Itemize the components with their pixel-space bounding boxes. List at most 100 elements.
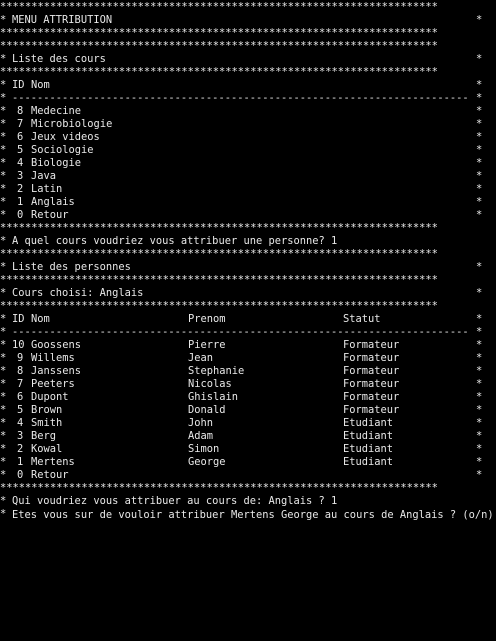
person-statut: Formateur (343, 352, 400, 364)
chosen-course: Cours choisi: Anglais (12, 287, 144, 299)
person-row: * 10 Goossens Pierre Formateur * (0, 339, 483, 351)
course-row: * 3 Java * (0, 170, 483, 182)
courses-header: * ID Nom * (0, 79, 483, 91)
person-nom: Smith (31, 417, 63, 429)
column-header-id: ID (12, 313, 25, 325)
course-row: * 6 Jeux videos * (0, 131, 483, 143)
menu-title-line: * MENU ATTRIBUTION * (0, 14, 483, 26)
course-id: 8 (17, 105, 24, 117)
person-prenom: Jean (188, 352, 214, 364)
person-id: 1 (17, 456, 24, 468)
confirm-prompt: Etes vous sur de vouloir attribuer Merte… (12, 509, 494, 521)
person-row: * 2 Kowal Simon Etudiant * (0, 443, 483, 455)
person-nom: Peeters (31, 378, 75, 390)
course-id: 3 (17, 170, 24, 182)
course-name: Latin (31, 183, 63, 195)
person-prompt-line: * Qui voudriez vous attribuer au cours de… (0, 495, 338, 507)
confirm-prompt-line: * Etes vous sur de vouloir attribuer Mert… (0, 508, 494, 521)
course-name: Jeux videos (31, 131, 100, 143)
course-name: Biologie (31, 157, 82, 169)
border-line: ****************************************… (0, 40, 438, 52)
person-row: * 7 Peeters Nicolas Formateur * (0, 378, 483, 390)
course-name: Sociologie (31, 144, 94, 156)
persons-title-line: * Liste des personnes * (0, 261, 483, 273)
course-row: * 0 Retour * (0, 209, 483, 221)
border-line: ****************************************… (0, 66, 438, 78)
person-statut: Formateur (343, 404, 400, 416)
person-statut: Etudiant (343, 456, 394, 468)
terminal-window[interactable]: ****************************************… (0, 0, 496, 641)
course-row: * 8 Medecine * (0, 105, 483, 117)
course-id: 5 (17, 144, 24, 156)
person-id: 5 (17, 404, 24, 416)
border-line: ****************************************… (0, 248, 438, 260)
border-line: ****************************************… (0, 482, 438, 494)
person-id: 8 (17, 365, 24, 377)
person-id: 3 (17, 430, 24, 442)
person-id: 10 (12, 339, 25, 351)
border-line: ****************************************… (0, 222, 438, 234)
person-row: * 0 Retour * (0, 469, 483, 481)
person-prompt: Qui voudriez vous attribuer au cours de:… (12, 495, 338, 507)
column-header-nom: Nom (31, 79, 50, 91)
border-line: ****************************************… (0, 300, 438, 312)
course-id: 2 (17, 183, 24, 195)
chosen-course-line: * Cours choisi: Anglais * (0, 287, 483, 299)
course-id: 1 (17, 196, 24, 208)
person-nom: Mertens (31, 456, 75, 468)
person-statut: Formateur (343, 378, 400, 390)
course-name: Microbiologie (31, 118, 113, 130)
course-row: * 2 Latin * (0, 183, 483, 195)
course-id: 6 (17, 131, 24, 143)
person-nom: Berg (31, 430, 57, 442)
person-id: 7 (17, 378, 24, 390)
person-statut: Etudiant (343, 443, 394, 455)
person-statut: Formateur (343, 391, 400, 403)
person-id: 2 (17, 443, 24, 455)
course-id: 7 (17, 118, 24, 130)
person-statut: Formateur (343, 365, 400, 377)
course-prompt-line: * A quel cours voudriez vous attribuer un… (0, 235, 338, 247)
column-header-statut: Statut (343, 313, 381, 325)
column-header-nom: Nom (31, 313, 50, 325)
person-prenom: Nicolas (188, 378, 232, 390)
person-nom: Goossens (31, 339, 82, 351)
person-statut: Etudiant (343, 417, 394, 429)
course-row: * 1 Anglais * (0, 196, 483, 208)
courses-separator: * ---------------------------------------… (0, 92, 483, 104)
person-row: * 5 Brown Donald Formateur * (0, 404, 483, 416)
person-nom: Dupont (31, 391, 69, 403)
persons-list: * 10 Goossens Pierre Formateur * * 9 Willems Jean… (0, 339, 496, 482)
course-name: Anglais (31, 196, 75, 208)
person-prenom: Simon (188, 443, 220, 455)
column-header-prenom: Prenom (188, 313, 226, 325)
person-row: * 6 Dupont Ghislain Formateur * (0, 391, 483, 403)
person-prenom: George (188, 456, 226, 468)
border-line: ****************************************… (0, 1, 438, 13)
person-id: 9 (17, 352, 24, 364)
border-line: ****************************************… (0, 27, 438, 39)
person-row: * 9 Willems Jean Formateur * (0, 352, 483, 364)
person-nom: Janssens (31, 365, 82, 377)
course-id: 0 (17, 209, 24, 221)
courses-list: * 8 Medecine * * 7 Microbiologie * * 6 Jeux videos… (0, 105, 496, 222)
person-statut: Etudiant (343, 430, 394, 442)
person-id: 0 (17, 469, 24, 481)
person-statut: Formateur (343, 339, 400, 351)
course-id: 4 (17, 157, 24, 169)
person-nom: Retour (31, 469, 69, 481)
course-name: Medecine (31, 105, 82, 117)
person-nom: Brown (31, 404, 63, 416)
person-prenom: Pierre (188, 339, 226, 351)
person-nom: Kowal (31, 443, 63, 455)
person-prenom: Ghislain (188, 391, 239, 403)
person-nom: Willems (31, 352, 75, 364)
person-row: * 4 Smith John Etudiant * (0, 417, 483, 429)
person-row: * 8 Janssens Stephanie Formateur * (0, 365, 483, 377)
course-row: * 5 Sociologie * (0, 144, 483, 156)
course-prompt: A quel cours voudriez vous attribuer une… (12, 235, 338, 247)
menu-title: MENU ATTRIBUTION (12, 14, 113, 26)
course-row: * 4 Biologie * (0, 157, 483, 169)
course-name: Retour (31, 209, 69, 221)
person-id: 4 (17, 417, 24, 429)
